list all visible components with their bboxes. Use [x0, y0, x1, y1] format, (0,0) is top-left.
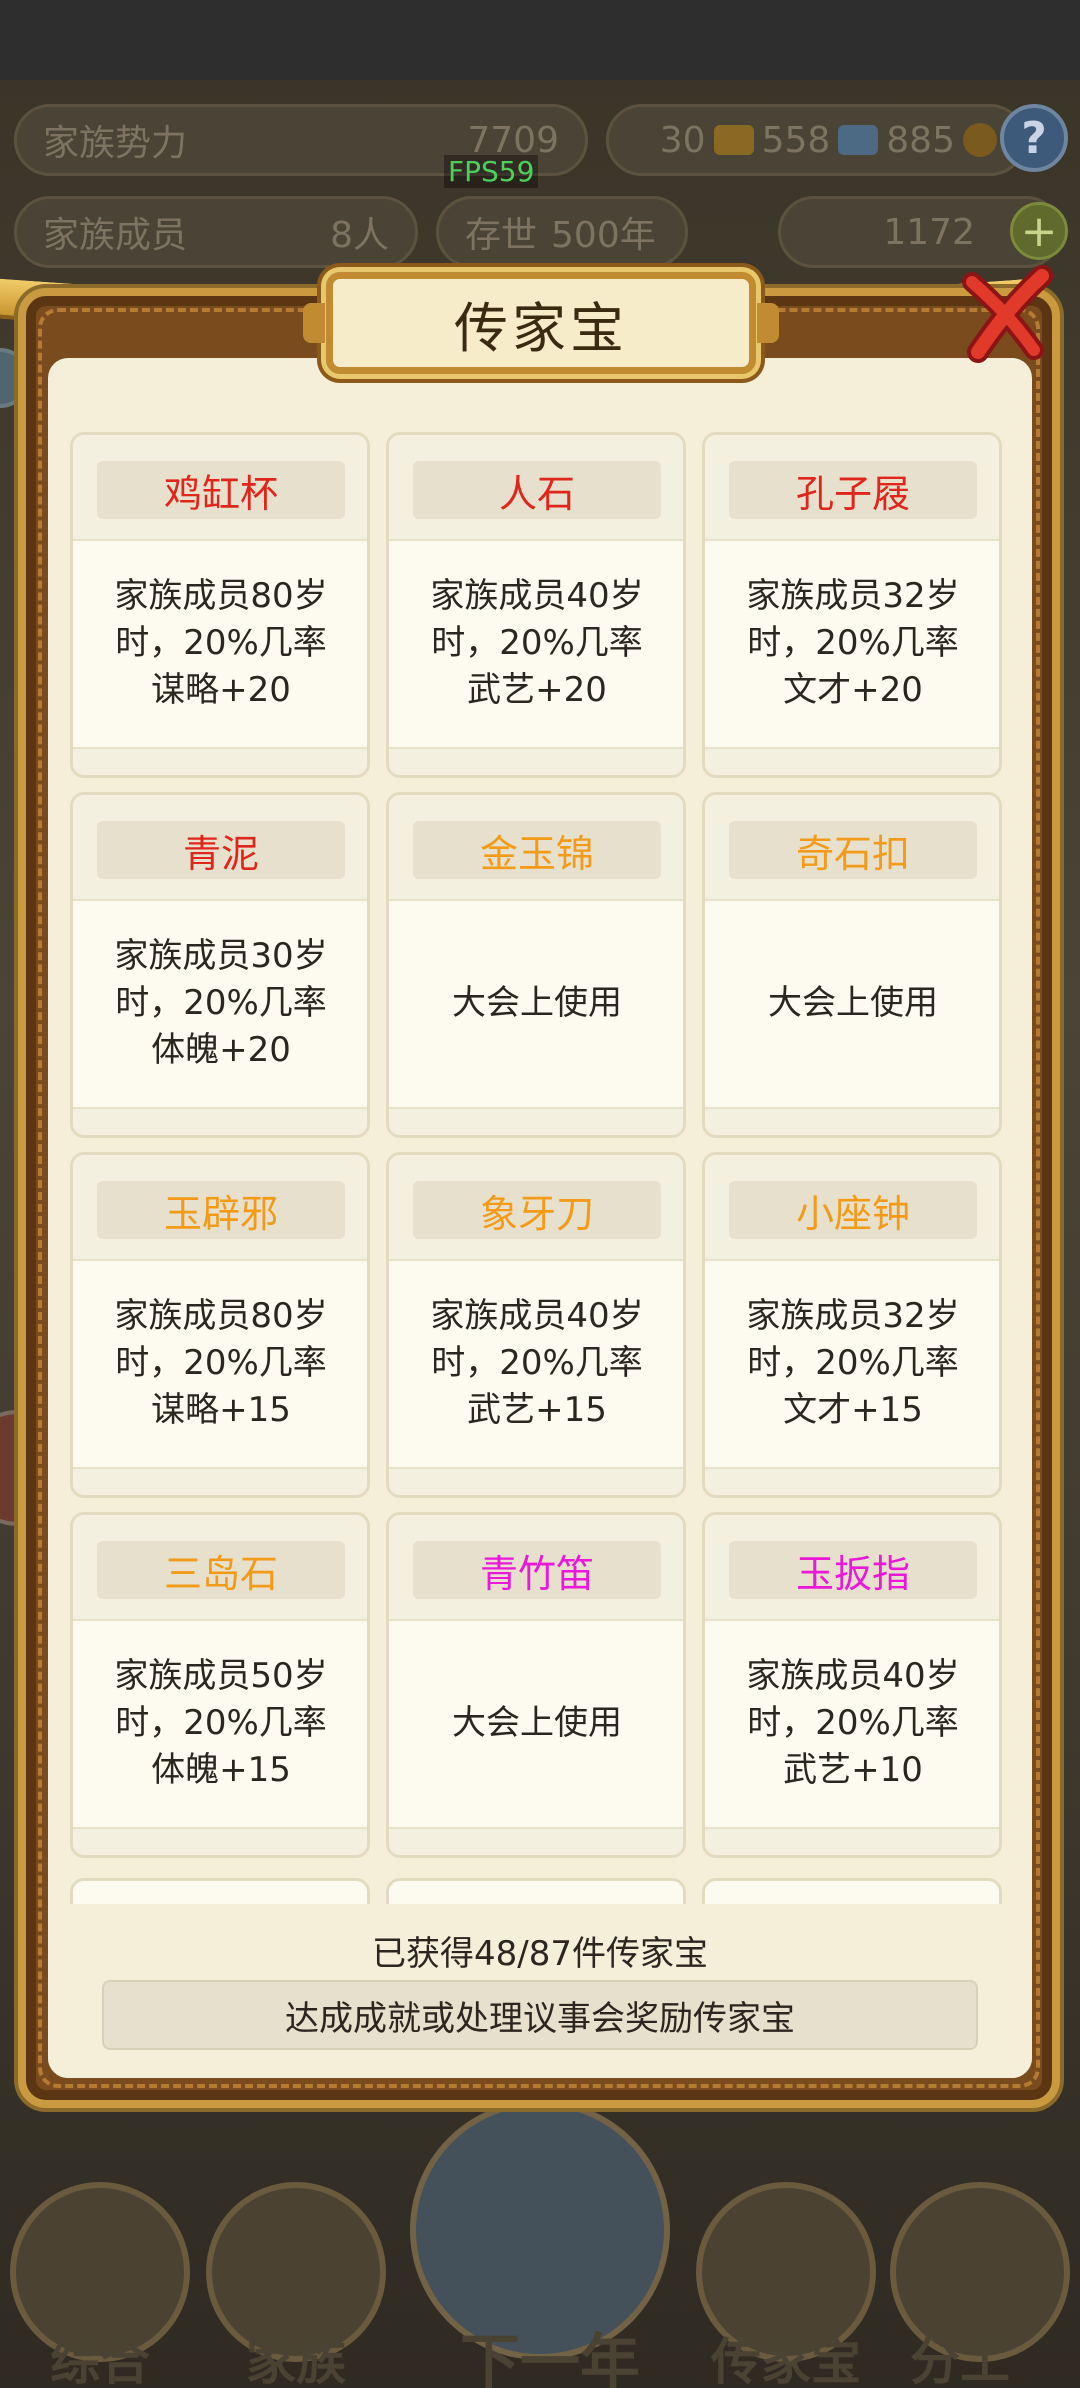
heirloom-grid: 鸡缸杯 家族成员80岁 时，20%几率 谋略+20 人石 家族成员40岁 时，20%几…: [70, 432, 1010, 1858]
heirloom-card-footer: [389, 1107, 683, 1135]
heirloom-card[interactable]: 孔子屐家族成员32岁 时，20%几率 文才+20: [702, 432, 1002, 778]
heirloom-card-footer: [705, 747, 999, 775]
heirloom-name: 玉辟邪: [97, 1181, 345, 1239]
heirloom-name: 三岛石: [97, 1541, 345, 1599]
heirloom-name: 鸡缸杯: [97, 461, 345, 519]
heirloom-card-footer: [389, 1467, 683, 1495]
family-members-value: 8人: [330, 215, 389, 256]
heirloom-card-header: 三岛石: [73, 1515, 367, 1621]
heirloom-card-header: 象牙刀: [389, 1155, 683, 1261]
heirloom-description: 家族成员50岁 时，20%几率 体魄+15: [114, 1655, 328, 1790]
help-icon[interactable]: ?: [1000, 104, 1068, 172]
heirloom-card-footer: [705, 1107, 999, 1135]
family-members-label: 家族成员: [43, 215, 188, 256]
heirloom-card[interactable]: 象牙刀家族成员40岁 时，20%几率 武艺+15: [386, 1152, 686, 1498]
heirloom-description: 大会上使用: [452, 982, 622, 1023]
heirloom-card-header: 鸡缸杯: [73, 435, 367, 541]
ingot-count: 1172: [883, 211, 975, 253]
nav-division-label: 分工: [910, 2333, 1010, 2388]
silver-bar-count: 558: [761, 119, 831, 161]
heirloom-card-footer: [73, 1827, 367, 1855]
heirloom-name: 金玉锦: [413, 821, 661, 879]
resource-pill[interactable]: 30 558 885: [606, 104, 1026, 176]
heirloom-card[interactable]: 鸡缸杯家族成员80岁 时，20%几率 谋略+20: [70, 432, 370, 778]
heirloom-card[interactable]: 青竹笛 大会上使用: [386, 1512, 686, 1858]
nav-heirloom-label: 传家宝: [711, 2333, 861, 2388]
heirloom-description: 大会上使用: [452, 1702, 622, 1743]
heirloom-card[interactable]: 青泥家族成员30岁 时，20%几率 体魄+20: [70, 792, 370, 1138]
heirloom-name: 人石: [413, 461, 661, 519]
heirloom-description: 家族成员80岁 时，20%几率 谋略+15: [114, 1295, 328, 1430]
heirloom-card-footer: [705, 1467, 999, 1495]
heirloom-card-header: 孔子屐: [705, 435, 999, 541]
status-bar: [0, 0, 1080, 80]
heirloom-description: 大会上使用: [768, 982, 938, 1023]
heirloom-card-footer: [705, 1827, 999, 1855]
close-button[interactable]: [952, 262, 1062, 372]
family-power-label: 家族势力: [43, 123, 188, 164]
bottom-nav: 综合 家族 下一年 传家宝 分工: [0, 2100, 1080, 2388]
heirloom-card[interactable]: 玉辟邪家族成员80岁 时，20%几率 谋略+15: [70, 1152, 370, 1498]
gold-bar-count: 30: [659, 119, 706, 161]
heirloom-modal-panel: 鸡缸杯 家族成员80岁 时，20%几率 谋略+20 人石 家族成员40岁 时，20%几…: [48, 358, 1032, 2078]
gold-bar-icon: [713, 125, 754, 155]
heirloom-card-footer: [73, 747, 367, 775]
modal-footer: 已获得48/87件传家宝 达成成就或处理议事会奖励传家宝: [48, 1904, 1032, 2078]
heirloom-description: 家族成员40岁 时，20%几率 武艺+15: [430, 1295, 644, 1430]
heirloom-name: 孔子屐: [729, 461, 977, 519]
modal-title: 传家宝: [454, 296, 628, 360]
age-value: 500年: [551, 215, 656, 256]
heirloom-name: 小座钟: [729, 1181, 977, 1239]
heirloom-card-header: 小座钟: [705, 1155, 999, 1261]
heirloom-hint-bar: 达成成就或处理议事会奖励传家宝: [102, 1980, 978, 2050]
heirloom-card-footer: [73, 1107, 367, 1135]
fps-counter: FPS59: [444, 155, 539, 188]
nav-family-label: 家族: [246, 2333, 346, 2388]
heirloom-count-text: 已获得48/87件传家宝: [372, 1934, 708, 1974]
age-label: 存世: [465, 215, 538, 256]
heirloom-card-header: 奇石扣: [705, 795, 999, 901]
heirloom-name: 青泥: [97, 821, 345, 879]
heirloom-description: 家族成员32岁 时，20%几率 文才+15: [746, 1295, 960, 1430]
heirloom-card[interactable]: 三岛石家族成员50岁 时，20%几率 体魄+15: [70, 1512, 370, 1858]
coin-icon: [963, 123, 997, 157]
silver-bar-icon: [838, 125, 879, 155]
heirloom-card-footer: [73, 1467, 367, 1495]
heirloom-card-header: 青泥: [73, 795, 367, 901]
heirloom-description: 家族成员40岁 时，20%几率 武艺+10: [746, 1655, 960, 1790]
nav-overview-label: 综合: [50, 2333, 150, 2388]
modal-title-plate: 传家宝: [303, 272, 779, 374]
heirloom-card[interactable]: 金玉锦 大会上使用: [386, 792, 686, 1138]
heirloom-card-footer: [389, 747, 683, 775]
age-pill[interactable]: 存世 500年: [436, 196, 688, 268]
heirloom-card-footer: [389, 1827, 683, 1855]
heirloom-card-header: 金玉锦: [389, 795, 683, 901]
family-members-pill[interactable]: 家族成员 8人: [14, 196, 418, 268]
heirloom-card-header: 人石: [389, 435, 683, 541]
heirloom-description: 家族成员30岁 时，20%几率 体魄+20: [114, 935, 328, 1070]
heirloom-description: 家族成员32岁 时，20%几率 文才+20: [746, 575, 960, 710]
heirloom-card-header: 青竹笛: [389, 1515, 683, 1621]
heirloom-description: 家族成员40岁 时，20%几率 武艺+20: [430, 575, 644, 710]
coin-count: 885: [886, 119, 955, 161]
heirloom-name: 奇石扣: [729, 821, 977, 879]
close-icon: [962, 265, 1053, 363]
heirloom-hint-text: 达成成就或处理议事会奖励传家宝: [285, 1998, 795, 2039]
heirloom-card[interactable]: 人石家族成员40岁 时，20%几率 武艺+20: [386, 432, 686, 778]
heirloom-name: 青竹笛: [413, 1541, 661, 1599]
nav-next-year-label: 下一年: [460, 2328, 640, 2388]
heirloom-card[interactable]: 奇石扣 大会上使用: [702, 792, 1002, 1138]
heirloom-card-header: 玉辟邪: [73, 1155, 367, 1261]
heirloom-description: 家族成员80岁 时，20%几率 谋略+20: [114, 575, 328, 710]
heirloom-card-header: 玉扳指: [705, 1515, 999, 1621]
add-ingot-icon[interactable]: +: [1010, 202, 1068, 260]
heirloom-card[interactable]: 小座钟家族成员32岁 时，20%几率 文才+15: [702, 1152, 1002, 1498]
heirloom-name: 玉扳指: [729, 1541, 977, 1599]
heirloom-name: 象牙刀: [413, 1181, 661, 1239]
heirloom-card[interactable]: 玉扳指家族成员40岁 时，20%几率 武艺+10: [702, 1512, 1002, 1858]
